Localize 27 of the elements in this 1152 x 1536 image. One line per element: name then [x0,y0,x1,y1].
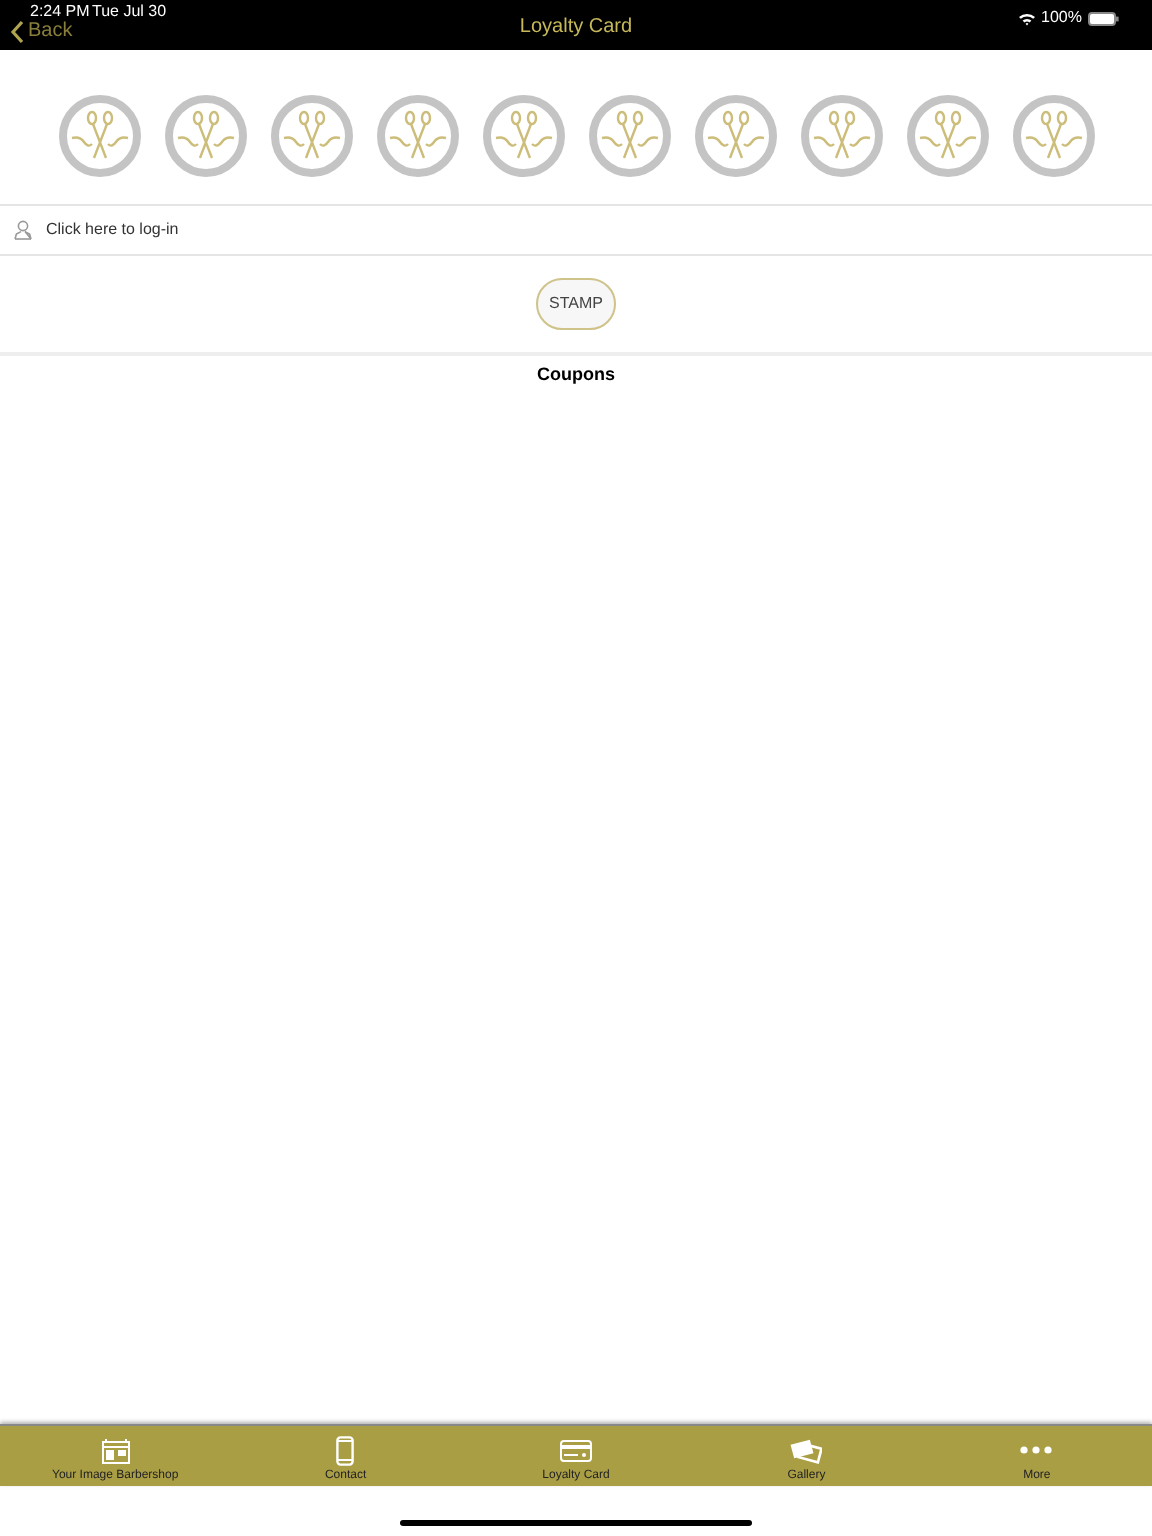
coupons-heading: Coupons [537,362,615,388]
more-icon [1020,1446,1053,1454]
person-icon [14,220,32,240]
battery-percent: 100% [1041,6,1082,30]
scissors-stamp-icon [587,94,671,178]
scissors-stamp-icon [375,94,459,178]
status-time: 2:24 PM [30,4,90,20]
wifi-icon [1017,11,1036,25]
credit-card-icon [560,1439,592,1461]
stamp-button[interactable]: STAMP [536,278,616,330]
photos-icon [790,1437,823,1463]
scissors-stamp-icon [269,94,353,178]
scissors-stamp-icon [799,94,883,178]
status-date: Tue Jul 30 [92,4,167,20]
login-link[interactable]: Click here to log-in [46,218,179,242]
back-button[interactable]: Back [10,20,73,44]
scissors-stamp-icon [905,94,989,178]
storefront-icon [101,1437,130,1463]
scissors-stamp-icon [163,94,247,178]
scissors-stamp-icon [57,94,141,178]
scissors-stamp-icon [1011,94,1095,178]
scissors-stamp-icon [693,94,777,178]
nav-title: Loyalty Card [519,16,633,38]
battery-icon [1088,11,1120,25]
phone-icon [336,1435,355,1465]
scissors-stamp-icon [481,94,565,178]
chevron-left-icon [10,20,24,44]
